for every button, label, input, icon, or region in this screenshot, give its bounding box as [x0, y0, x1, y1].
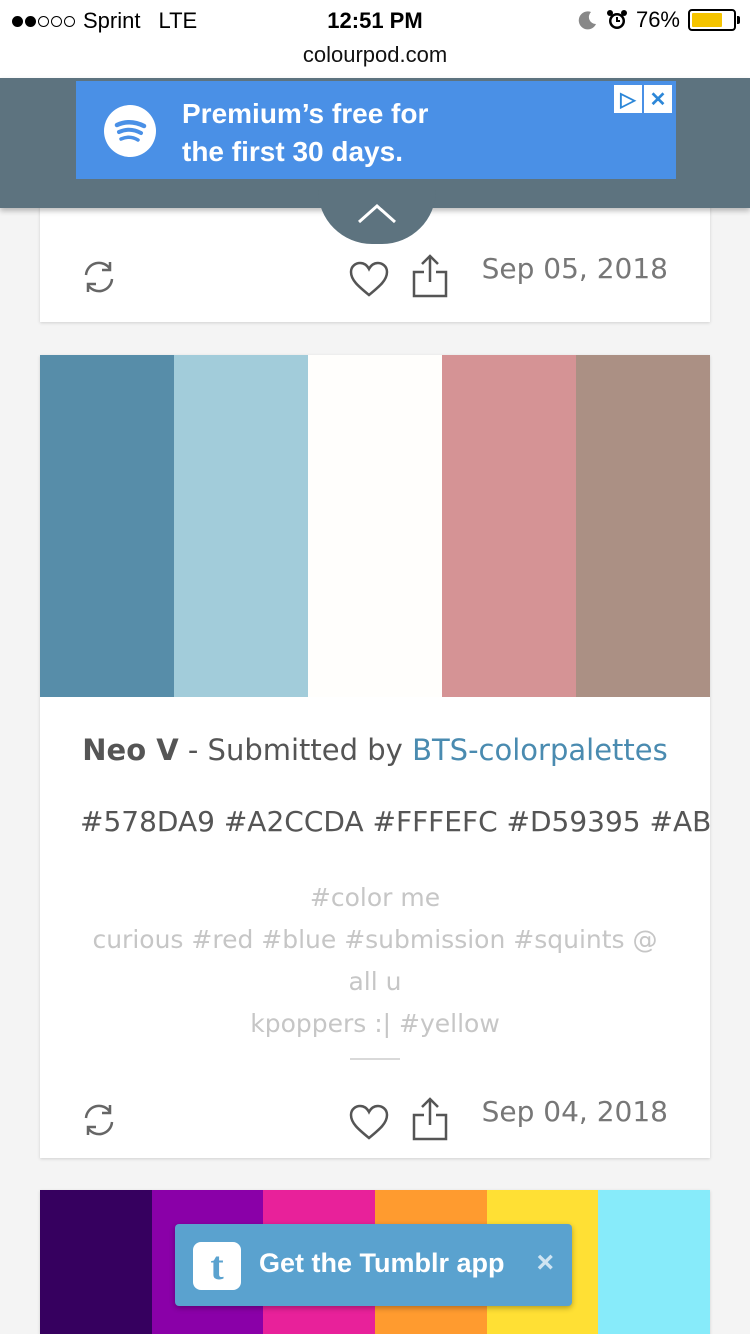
heart-icon[interactable] [348, 260, 390, 298]
hex-codes: #578DA9 #A2CCDA #FFFEFC #D59395 #AB9 [80, 805, 710, 838]
palette-card: Neo V - Submitted by BTS-colorpalettes #… [40, 355, 710, 1158]
palette-name[interactable]: Neo V [82, 733, 178, 767]
spotify-logo-icon [104, 105, 156, 157]
refresh-icon[interactable] [80, 258, 118, 296]
ad-headline-line2: the first 30 days. [182, 136, 403, 167]
ad-headline: Premium’s free for the first 30 days. [182, 95, 428, 171]
moon-icon [578, 11, 596, 30]
description-line: curious #red #blue #submission #squints … [92, 925, 658, 996]
color-swatch[interactable] [598, 1190, 710, 1334]
post-date: Sep 05, 2018 [481, 252, 668, 285]
card-footer: Sep 05, 2018 [40, 252, 710, 312]
card-footer: Sep 04, 2018 [40, 1095, 710, 1155]
heart-icon[interactable] [348, 1103, 390, 1141]
status-bar: Sprint LTE 12:51 PM 76% [0, 0, 750, 40]
status-icons: 76% [578, 7, 740, 33]
description-line: #color me [309, 883, 441, 912]
color-swatch[interactable] [174, 355, 308, 697]
tumblr-logo-icon: t [193, 1242, 241, 1290]
submitted-by-label: - Submitted by [178, 733, 413, 767]
close-banner-button[interactable]: × [536, 1246, 554, 1280]
get-tumblr-app-label: Get the Tumblr app [259, 1248, 505, 1278]
divider [350, 1058, 400, 1060]
palette-title: Neo V - Submitted by BTS-colorpalettes [40, 733, 710, 767]
ad-headline-line1: Premium’s free for [182, 98, 429, 129]
adchoices-icon[interactable]: ▷ [614, 85, 642, 113]
address-bar[interactable]: colourpod.com [0, 40, 750, 78]
description-line: kpoppers :| #yellow [250, 1009, 500, 1038]
get-tumblr-app-banner[interactable]: t Get the Tumblr app × [175, 1224, 572, 1306]
battery-percent: 76% [635, 7, 680, 32]
color-swatch[interactable] [576, 355, 710, 697]
share-icon[interactable] [410, 252, 450, 298]
ad-controls: ▷ ✕ [614, 85, 672, 113]
palette-description: #color me curious #red #blue #submission… [80, 877, 670, 1045]
color-swatch[interactable] [308, 355, 442, 697]
chevron-up-icon [358, 203, 396, 224]
ad-banner-container: Premium’s free for the first 30 days. ▷ … [0, 78, 750, 208]
color-swatch[interactable] [40, 1190, 152, 1334]
spotify-ad[interactable]: Premium’s free for the first 30 days. ▷ … [76, 81, 676, 179]
color-swatch[interactable] [442, 355, 576, 697]
refresh-icon[interactable] [80, 1101, 118, 1139]
color-swatches[interactable] [40, 355, 710, 697]
post-date: Sep 04, 2018 [481, 1095, 668, 1128]
battery-icon [688, 9, 740, 31]
alarm-icon [606, 10, 627, 29]
close-icon[interactable]: ✕ [644, 85, 672, 113]
author-link[interactable]: BTS-colorpalettes [412, 733, 668, 767]
color-swatch[interactable] [40, 355, 174, 697]
share-icon[interactable] [410, 1095, 450, 1141]
